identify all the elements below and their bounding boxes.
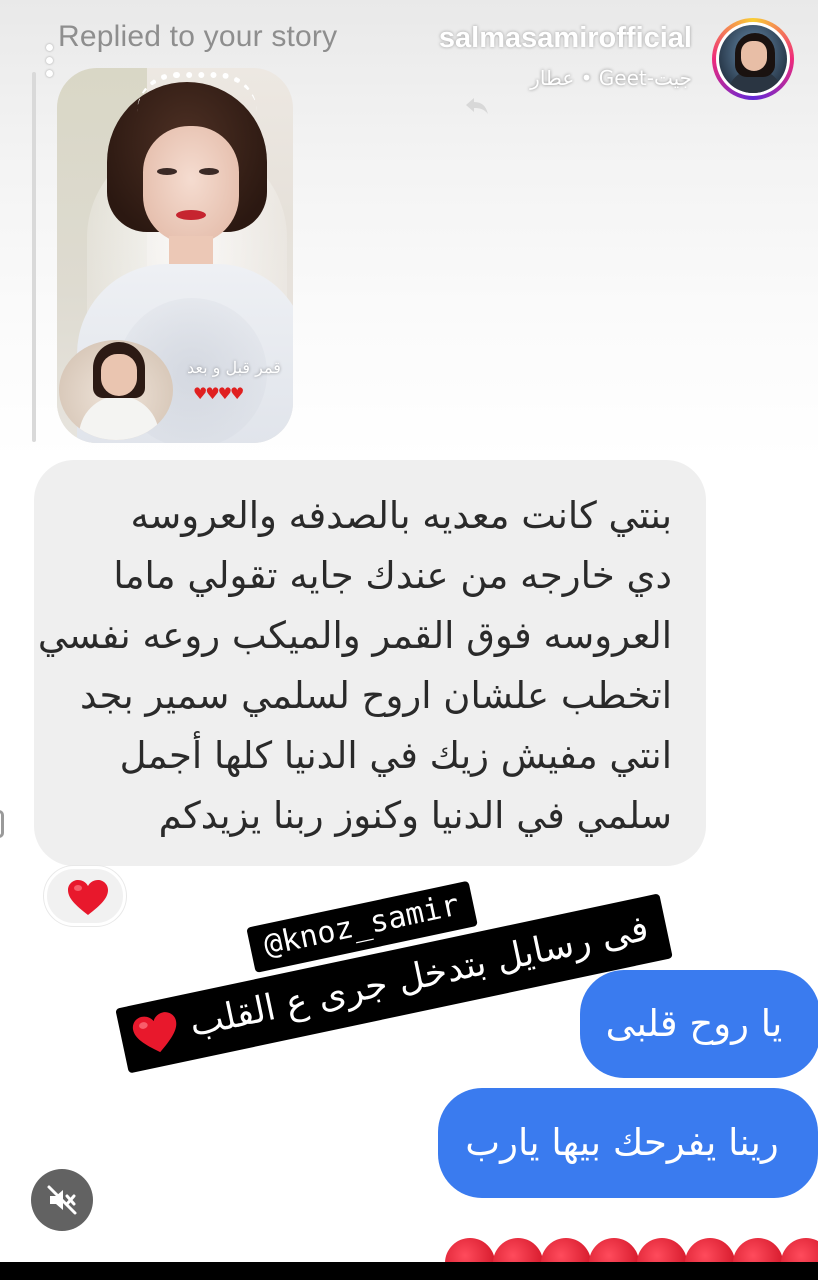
story-sticker: @knoz_samir فى رسايل بتدخل جرى ع القلب — [100, 826, 673, 1114]
story-hearts: ♥♥♥♥ — [193, 384, 244, 403]
story-caption: قمر قبل و بعد — [187, 358, 281, 377]
bottom-bar — [0, 1262, 818, 1280]
reply-arrow-icon — [466, 98, 488, 114]
story-thumbnail[interactable]: قمر قبل و بعد ♥♥♥♥ — [57, 68, 293, 443]
speaker-muted-icon — [47, 1185, 77, 1215]
outgoing-message-bubble[interactable]: يا روح قلبى — [580, 970, 818, 1078]
story-inset-photo — [59, 340, 173, 440]
profile-avatar-ring[interactable] — [712, 18, 794, 100]
reply-quote-bar — [32, 72, 36, 442]
message-line: العروسه فوق القمر والميكب روعه نفسي — [37, 614, 672, 657]
message-line: اتخطب علشان اروح لسلمي سمير بجد — [80, 674, 672, 717]
mute-button[interactable] — [31, 1169, 93, 1231]
message-line: دي خارجه من عندك جايه تقولي ماما — [113, 554, 672, 597]
menu-dots-icon[interactable] — [44, 44, 54, 80]
incoming-message-bubble[interactable]: بنتي كانت معديه بالصدفه والعروسه دي خارج… — [34, 460, 706, 866]
message-text: يا روح قلبى — [605, 1002, 783, 1045]
avatar — [719, 25, 787, 93]
red-heart-icon — [132, 1012, 177, 1053]
message-line: انتي مفيش زيك في الدنيا كلها أجمل — [119, 734, 672, 777]
replied-to-story-label: Replied to your story — [58, 20, 338, 53]
message-text: رينا يفرحك بيها يارب — [465, 1121, 779, 1164]
message-line: بنتي كانت معديه بالصدفه والعروسه — [130, 494, 672, 537]
edge-handle — [0, 810, 4, 838]
red-heart-icon — [68, 880, 108, 915]
username[interactable]: salmasamirofficial — [439, 22, 692, 55]
message-reaction[interactable] — [44, 866, 126, 926]
tiara — [137, 72, 257, 112]
audio-subtitle[interactable]: عطار • Geet-جيت — [530, 66, 692, 90]
outgoing-message-bubble[interactable]: رينا يفرحك بيها يارب — [438, 1088, 818, 1198]
story-reply-screen: Replied to your story قمر قبل و بعد ♥♥♥♥ — [0, 0, 818, 1280]
